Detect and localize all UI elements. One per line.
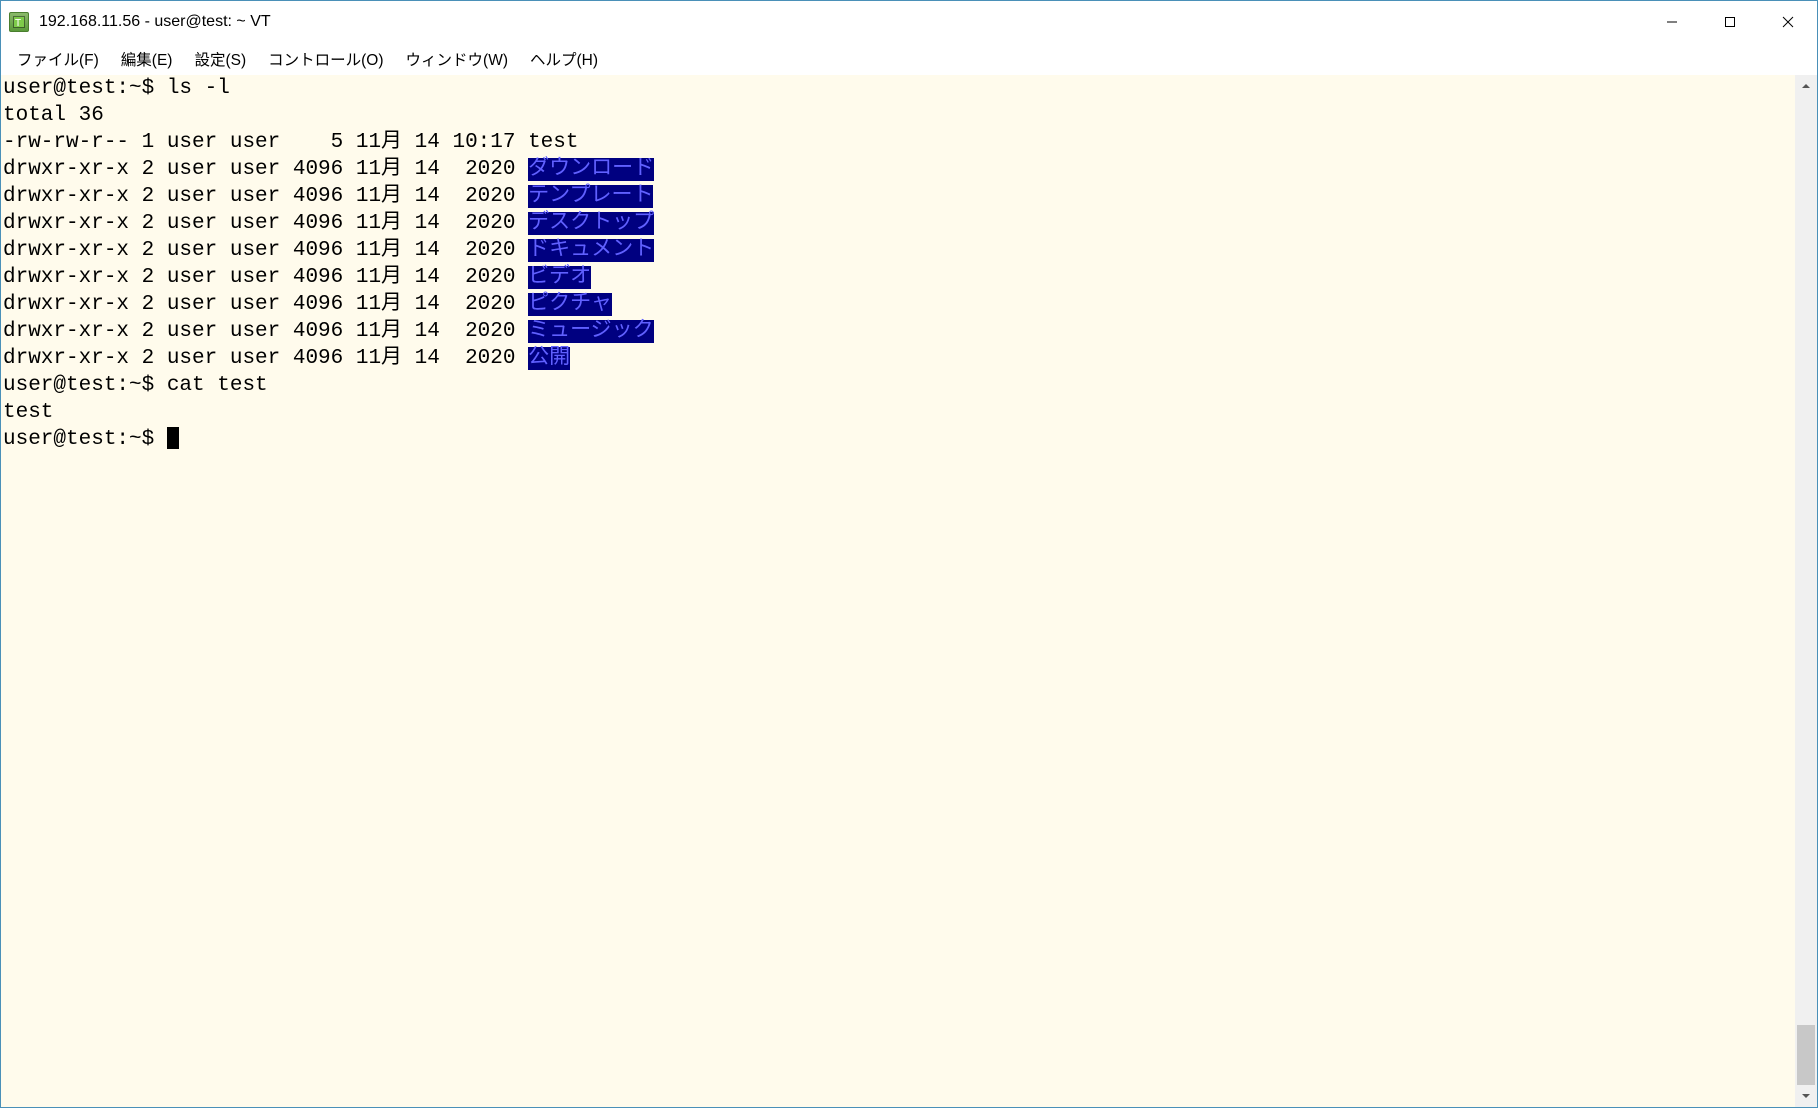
terminal-line: drwxr-xr-x 2 user user 4096 11月 14 2020 …: [3, 345, 1793, 372]
window-controls: [1643, 1, 1817, 43]
menu-settings[interactable]: 設定(S): [184, 44, 256, 74]
minimize-button[interactable]: [1643, 1, 1701, 43]
scroll-down-arrow[interactable]: [1795, 1085, 1817, 1107]
directory-name: テンプレート: [528, 185, 653, 208]
directory-name: ビデオ: [528, 266, 591, 289]
close-button[interactable]: [1759, 1, 1817, 43]
terminal-line: drwxr-xr-x 2 user user 4096 11月 14 2020 …: [3, 210, 1793, 237]
terminal-line: user@test:~$ cat test: [3, 372, 1793, 399]
menu-control[interactable]: コントロール(O): [258, 44, 393, 74]
terminal[interactable]: user@test:~$ ls -ltotal 36-rw-rw-r-- 1 u…: [1, 75, 1795, 1107]
app-icon: T: [9, 12, 29, 32]
directory-name: ダウンロード: [528, 158, 654, 181]
menu-file[interactable]: ファイル(F): [7, 44, 109, 74]
scroll-up-arrow[interactable]: [1795, 75, 1817, 97]
menu-edit[interactable]: 編集(E): [111, 44, 183, 74]
svg-text:T: T: [15, 18, 21, 29]
terminal-line: drwxr-xr-x 2 user user 4096 11月 14 2020 …: [3, 264, 1793, 291]
scrollbar[interactable]: [1795, 75, 1817, 1107]
terminal-line: test: [3, 399, 1793, 426]
cursor: [167, 427, 179, 449]
directory-name: デスクトップ: [528, 212, 654, 235]
terminal-line: -rw-rw-r-- 1 user user 5 11月 14 10:17 te…: [3, 129, 1793, 156]
terminal-line: drwxr-xr-x 2 user user 4096 11月 14 2020 …: [3, 291, 1793, 318]
terminal-line: total 36: [3, 102, 1793, 129]
window-title: 192.168.11.56 - user@test: ~ VT: [39, 13, 1643, 31]
menu-help[interactable]: ヘルプ(H): [520, 44, 608, 74]
terminal-line: user@test:~$ ls -l: [3, 75, 1793, 102]
menu-window[interactable]: ウィンドウ(W): [396, 44, 518, 74]
scroll-thumb[interactable]: [1797, 1025, 1815, 1085]
directory-name: ミュージック: [528, 320, 654, 343]
terminal-line: drwxr-xr-x 2 user user 4096 11月 14 2020 …: [3, 156, 1793, 183]
directory-name: 公開: [528, 347, 570, 370]
terminal-container: user@test:~$ ls -ltotal 36-rw-rw-r-- 1 u…: [1, 75, 1817, 1107]
terminal-line: user@test:~$: [3, 426, 1793, 453]
app-window: T 192.168.11.56 - user@test: ~ VT ファイル(F…: [0, 0, 1818, 1108]
maximize-button[interactable]: [1701, 1, 1759, 43]
directory-name: ピクチャ: [528, 293, 612, 316]
terminal-line: drwxr-xr-x 2 user user 4096 11月 14 2020 …: [3, 318, 1793, 345]
directory-name: ドキュメント: [528, 239, 654, 262]
terminal-line: drwxr-xr-x 2 user user 4096 11月 14 2020 …: [3, 237, 1793, 264]
terminal-line: drwxr-xr-x 2 user user 4096 11月 14 2020 …: [3, 183, 1793, 210]
titlebar[interactable]: T 192.168.11.56 - user@test: ~ VT: [1, 1, 1817, 43]
menubar: ファイル(F) 編集(E) 設定(S) コントロール(O) ウィンドウ(W) ヘ…: [1, 43, 1817, 75]
